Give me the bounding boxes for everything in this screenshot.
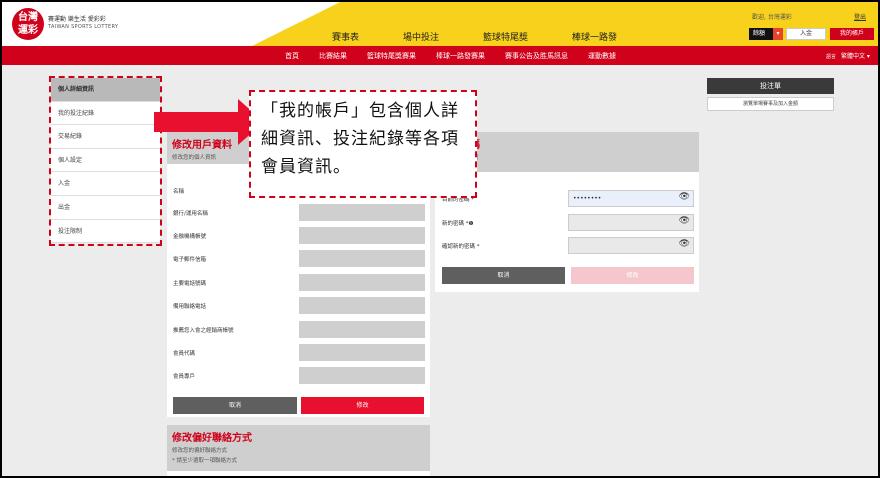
password-form-subtitle: 修改密碼請填寫 [440, 153, 694, 161]
subnav-announcements[interactable]: 賽事公告及胜馬訊息 [505, 51, 568, 61]
logo-text: 台灣 運彩 [18, 12, 38, 36]
subnav-home[interactable]: 首頁 [285, 51, 299, 61]
greeting: 歡迎, 台灣運彩 [752, 14, 792, 21]
bank-name-field[interactable] [299, 204, 425, 221]
field-row-email: 電子郵件信箱 [173, 250, 425, 268]
betslip-title[interactable]: 投注單 [707, 78, 834, 94]
brand-english: TAIWAN SPORTS LOTTERY [48, 24, 119, 30]
balance-dropdown[interactable]: 餘額 ▾ [749, 28, 783, 40]
subnav-baseball-results[interactable]: 棒球一路發賽果 [436, 51, 485, 61]
field-label: 確認新的密碼 * [442, 244, 480, 250]
cancel-button[interactable]: 取消 [173, 397, 297, 414]
alt-phone-field[interactable] [299, 297, 425, 314]
my-account-button[interactable]: 我的帳戶 [830, 28, 874, 40]
pw-row-confirm: 確認新的密碼 * 👁 [442, 237, 694, 255]
main-nav: 賽事表 場中投注 籃球特尾獎 棒球一路發 [332, 30, 617, 43]
member-account-field[interactable] [299, 367, 425, 384]
top-header: 台灣 運彩 賽運動 樂生活 愛彩彩 TAIWAN SPORTS LOTTERY … [2, 2, 878, 46]
field-row-phone: 主要電話號碼 [173, 274, 425, 292]
field-label: 備用聯絡電話 [173, 304, 207, 310]
eye-icon[interactable]: 👁 [679, 216, 690, 226]
sidebar-highlight-box [49, 76, 162, 246]
nav-basketball-tail[interactable]: 籃球特尾獎 [483, 30, 528, 43]
language-value: 繁體中文 ▾ [841, 53, 870, 60]
logo[interactable]: 台灣 運彩 [12, 8, 44, 40]
nav-schedule[interactable]: 賽事表 [332, 30, 359, 43]
field-row-member-account: 會員專戶 [173, 367, 425, 385]
email-field[interactable] [299, 250, 425, 267]
field-label: 金融機構帳號 [173, 234, 207, 240]
field-row-bank: 銀行/運用名稱 [173, 204, 425, 222]
field-label: 新的密碼 *❶ [442, 221, 474, 227]
eye-icon[interactable]: 👁 [679, 192, 690, 202]
field-row-account: 金融機構帳號 [173, 227, 425, 245]
subnav-results[interactable]: 比賽結果 [319, 51, 347, 61]
member-code-field[interactable] [299, 344, 425, 361]
betslip-info: 瀏覽單場賽事及加入金額 [707, 97, 834, 111]
field-label: 會員專戶 [173, 374, 196, 380]
logout-link[interactable]: 登出 [854, 12, 866, 21]
screen: 台灣 運彩 賽運動 樂生活 愛彩彩 TAIWAN SPORTS LOTTERY … [0, 0, 880, 478]
field-label: 名稱 [173, 189, 185, 195]
new-password-input[interactable] [568, 214, 694, 231]
eye-icon[interactable]: 👁 [679, 239, 690, 249]
field-label: 主要電話號碼 [173, 281, 207, 287]
field-label: 電子郵件信箱 [173, 257, 207, 263]
confirm-password-input[interactable] [568, 237, 694, 254]
contact-form-title: 修改偏好聯絡方式 [172, 433, 252, 444]
deposit-button[interactable]: 入金 [786, 28, 826, 40]
pw-cancel-button[interactable]: 取消 [442, 267, 565, 284]
pw-row-new: 新的密碼 *❶ 👁 [442, 214, 694, 232]
subnav-stats[interactable]: 運動數據 [588, 51, 616, 61]
field-row-referrer: 推薦您入會之經銷商帳號 [173, 321, 425, 339]
chevron-down-icon: ▾ [773, 28, 783, 40]
password-form-title: 修改密碼 [440, 136, 694, 151]
referrer-field[interactable] [299, 321, 425, 338]
field-label: 銀行/運用名稱 [173, 211, 208, 217]
balance-label: 餘額 [753, 30, 766, 37]
subnav-basketball-results[interactable]: 籃球特尾獎賽果 [367, 51, 416, 61]
annotation-callout: 「我的帳戶」包含個人詳細資訊、投注紀錄等各項會員資訊。 [249, 90, 477, 198]
field-row-member-code: 會員代碼 [173, 344, 425, 362]
field-label: 推薦您入會之經銷商帳號 [173, 328, 234, 334]
nav-live-betting[interactable]: 場中投注 [403, 30, 439, 43]
nav-baseball[interactable]: 棒球一路發 [572, 30, 617, 43]
field-label: 會員代碼 [173, 351, 196, 357]
submit-button[interactable]: 修改 [301, 397, 424, 414]
phone-field[interactable] [299, 274, 425, 291]
current-password-input[interactable]: •••••••• [568, 190, 694, 207]
contact-form-note: * 請至少選取一項聯絡方式 [172, 458, 237, 464]
pw-submit-button[interactable]: 修改 [571, 267, 694, 284]
arrow-shaft [154, 112, 248, 132]
field-row-alt-phone: 備用聯絡電話 [173, 297, 425, 315]
contact-form-header: 修改偏好聯絡方式 修改您的偏好聯絡方式 * 請至少選取一項聯絡方式 [167, 425, 430, 471]
language-selector[interactable]: 語言 繁體中文 ▾ [826, 51, 870, 60]
language-prefix: 語言 [826, 54, 837, 60]
brand-slogan: 賽運動 樂生活 愛彩彩 [48, 16, 106, 23]
bank-account-field[interactable] [299, 227, 425, 244]
contact-form-subtitle: 修改您的偏好聯絡方式 [172, 448, 228, 454]
pw-row-current: 目前的密碼 * •••••••• 👁 [442, 190, 694, 208]
contact-form: 修改偏好聯絡方式 修改您的偏好聯絡方式 * 請至少選取一項聯絡方式 [167, 425, 430, 476]
sub-nav: 首頁 比賽結果 籃球特尾獎賽果 棒球一路發賽果 賽事公告及胜馬訊息 運動數據 [285, 51, 616, 61]
